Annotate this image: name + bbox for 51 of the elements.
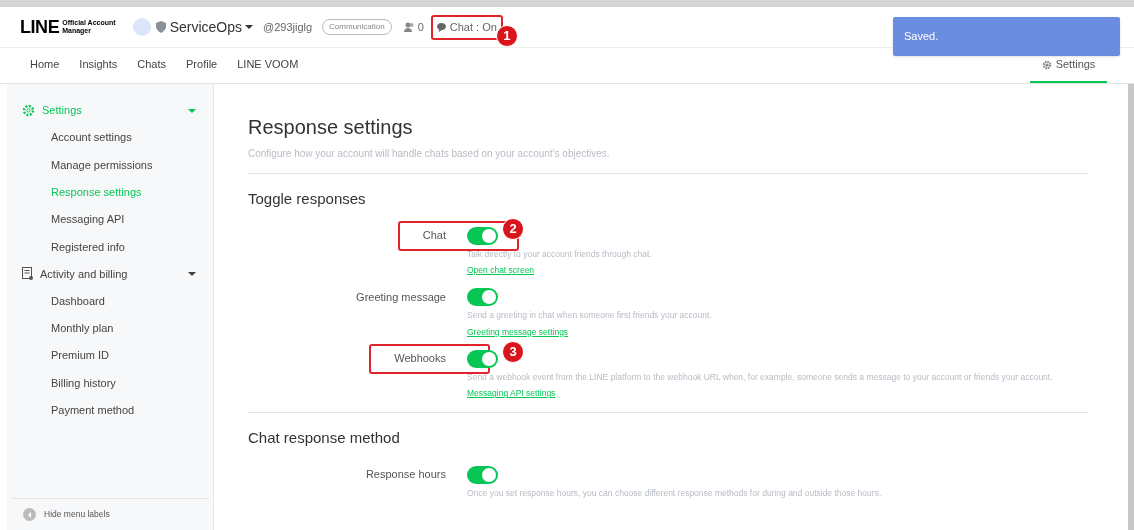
setting-description: Once you set response hours, you can choose different response methods for during and outside those hours. [467, 486, 882, 500]
hide-menu-labels-button[interactable]: Hide menu labels [44, 508, 110, 521]
callout-number: 1 [495, 24, 518, 47]
setting-description: Talk directly to your account friends through chat. [467, 247, 652, 261]
toggle-switch[interactable] [467, 288, 498, 306]
settings-icon [1041, 59, 1052, 70]
sidebar-item[interactable]: Payment method [7, 396, 213, 424]
callout-number: 2 [502, 217, 524, 240]
nav-tab[interactable]: Insights [69, 48, 128, 83]
section-title: Chat response method [248, 428, 401, 448]
setting-label: Webhooks [394, 351, 446, 367]
sidebar-item[interactable]: Monthly plan [7, 314, 213, 343]
speech-bubble-icon [436, 22, 446, 32]
sidebar-item[interactable]: Dashboard [7, 287, 213, 315]
settings-tab[interactable]: Settings [1030, 48, 1107, 83]
section-title: Toggle responses [248, 189, 367, 209]
setting-label: Chat [422, 228, 446, 244]
shield-icon [155, 21, 166, 33]
sidebar-item[interactable]: Manage permissions [7, 151, 213, 179]
nav-tab[interactable]: Home [20, 48, 70, 83]
settings-icon [22, 104, 35, 117]
page-title: Response settings [248, 115, 414, 140]
sidebar-group[interactable]: Activity and billing [7, 260, 213, 288]
sidebar-item[interactable]: Account settings [7, 124, 213, 152]
caret-icon [188, 272, 196, 276]
nav-tab[interactable]: Profile [176, 48, 228, 83]
toggle-switch[interactable] [467, 226, 498, 245]
collapse-icon [23, 508, 36, 521]
setting-description: Send a webhook event from the LINE platform to the webhook URL when, for example, someone sends a message to your account or friends your account. [467, 370, 1053, 384]
setting-description: Send a greeting in chat when someone first friends your account. [467, 309, 712, 322]
account-switcher[interactable]: ServiceOps [169, 16, 253, 38]
friends-icon [403, 22, 415, 32]
toast: Saved. [893, 17, 1120, 56]
nav-tab[interactable]: LINE VOOM [227, 48, 309, 83]
sidebar-item[interactable]: Premium ID [7, 342, 213, 370]
setting-label: Greeting message [356, 289, 446, 305]
avatar-icon [132, 18, 151, 36]
setting-label: Response hours [365, 467, 446, 483]
callout-number: 3 [502, 340, 524, 363]
page-subtitle: Configure how your account will handle chats based on your account's objectives. [248, 147, 611, 161]
toggle-switch[interactable] [467, 465, 498, 484]
nav-tab[interactable]: Chats [127, 48, 176, 83]
account-id: @293jiglg [263, 19, 313, 35]
caret-icon [188, 108, 196, 113]
sidebar-item[interactable]: Messaging API [7, 205, 213, 234]
toggle-switch[interactable] [467, 349, 498, 368]
friend-count: 0 [417, 19, 424, 35]
sidebar-item[interactable]: Registered info [7, 233, 213, 261]
scrollbar[interactable] [1128, 84, 1134, 530]
sidebar-item[interactable]: Billing history [7, 369, 213, 397]
document-icon [22, 267, 33, 281]
